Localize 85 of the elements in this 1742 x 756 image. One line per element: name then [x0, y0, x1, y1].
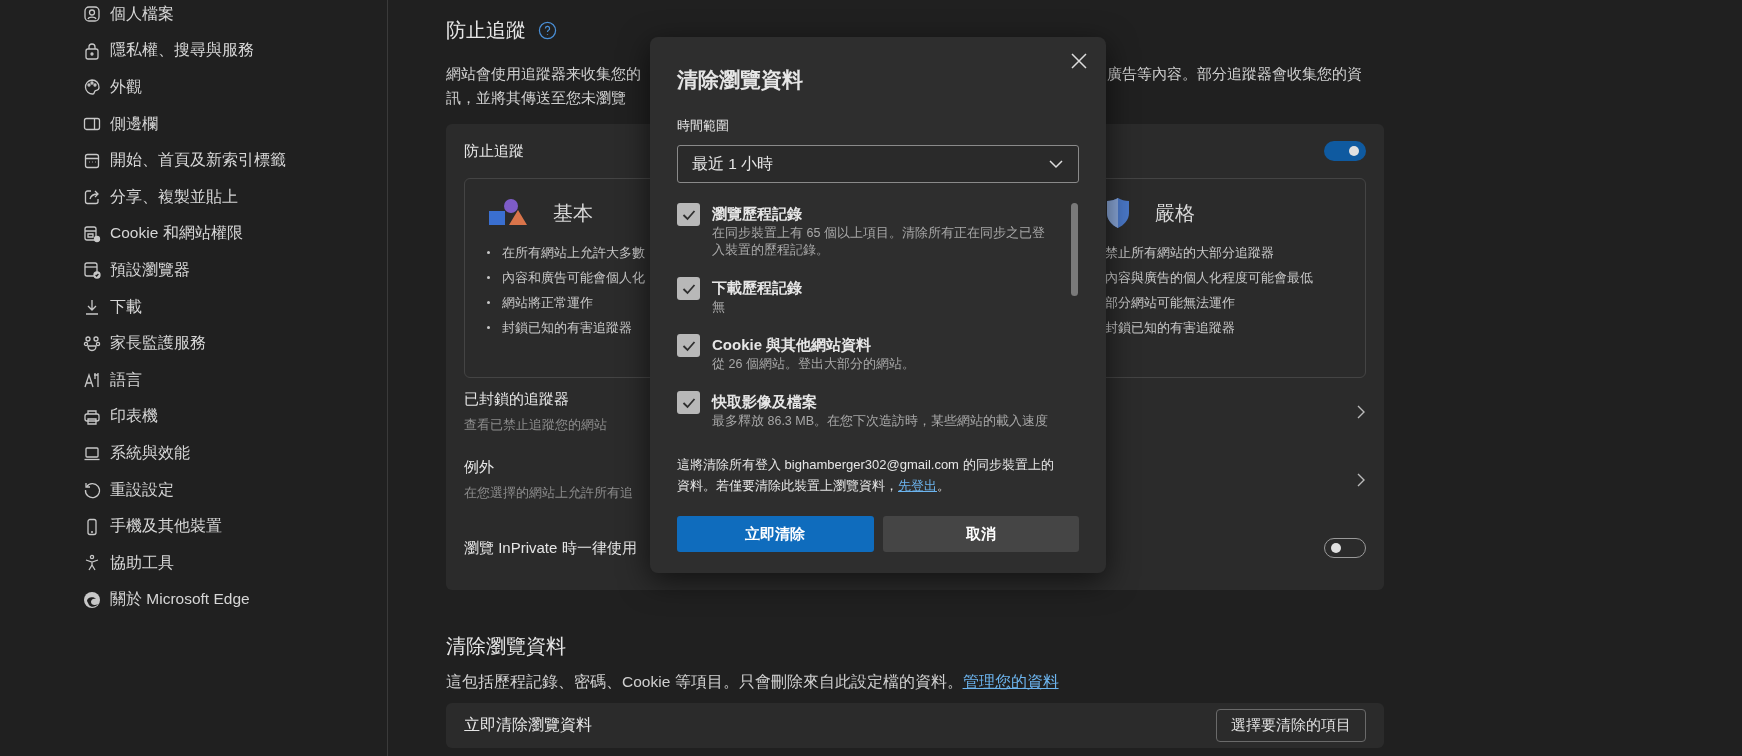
option-detail: 從 26 個網站。登出大部分的網站。: [712, 356, 915, 373]
chevron-right-icon[interactable]: [1356, 472, 1366, 488]
sidebar-item[interactable]: 外觀: [82, 69, 387, 106]
field-label: 時間範圍: [677, 117, 730, 135]
section-title: 防止追蹤: [446, 18, 526, 43]
shield-icon: [1105, 198, 1131, 228]
option-title: 下載歷程記錄: [712, 278, 802, 298]
option-title: 快取影像及檔案: [712, 392, 818, 412]
manage-data-link[interactable]: 管理您的資料: [962, 673, 1059, 690]
check-icon: [681, 208, 696, 221]
sidebar-item[interactable]: 隱私權、搜尋與服務: [82, 32, 387, 70]
toggle-switch[interactable]: [1324, 141, 1366, 161]
sync-notice: 這將清除所有登入 bighamberger302@gmail.com 的同步裝置上的資料。若僅要清除此裝置上瀏覽資料，先登出。: [677, 456, 1055, 495]
time-range-dropdown[interactable]: 最近 1 小時: [677, 145, 1079, 183]
option-title: Cookie 與其他網站資料: [712, 335, 873, 355]
bullet-text: 封鎖已知的有害追蹤器: [502, 319, 632, 337]
check-icon: [681, 282, 696, 295]
option-detail: 無: [712, 299, 726, 316]
family-icon: [82, 333, 102, 354]
sidebar-item[interactable]: 系統與效能: [82, 435, 387, 472]
sidebar-item[interactable]: 分享、複製並貼上: [82, 178, 387, 216]
bullet-dot: [487, 301, 490, 304]
scrollbar[interactable]: [1071, 203, 1078, 296]
setting-subtitle: 在您選擇的網站上允許所有追: [464, 485, 633, 502]
option-detail: 最多釋放 86.3 MB。在您下次造訪時，某些網站的載入速度: [712, 413, 1049, 430]
bullet-text: 內容與廣告的個人化程度可能會最低: [1105, 269, 1313, 287]
cookie-settings-icon: [82, 223, 102, 244]
check-icon: [681, 396, 696, 409]
level-title: 嚴格: [1155, 200, 1195, 226]
bullet-text: 部分網站可能無法運作: [1105, 294, 1235, 312]
sidebar-item[interactable]: 開始、首頁及新索引標籤: [82, 142, 387, 179]
bullet-dot: [487, 276, 490, 279]
chevron-right-icon[interactable]: [1356, 404, 1366, 420]
description-text: 訊，並將其傳送至您未瀏覽: [446, 88, 627, 108]
sidebar-item[interactable]: Cookie 和網站權限: [82, 215, 387, 253]
description-text: 廣告等內容。部分追蹤器會收集您的資: [1107, 64, 1362, 84]
card-title: 防止追蹤: [464, 141, 524, 161]
sidebar-item[interactable]: 重設設定: [82, 471, 387, 509]
setting-title: 瀏覽 InPrivate 時一律使用: [464, 538, 637, 558]
sidebar-item[interactable]: 下載: [82, 288, 387, 326]
cancel-button[interactable]: 取消: [882, 516, 1079, 552]
section-title: 清除瀏覽資料: [446, 634, 567, 659]
sidebar-item[interactable]: 關於 Microsoft Edge: [82, 581, 387, 619]
checkbox[interactable]: [677, 203, 700, 226]
reset-icon: [82, 480, 102, 500]
dialog-title: 清除瀏覽資料: [677, 67, 804, 93]
palette-icon: [82, 77, 102, 98]
option-title: 瀏覽歷程記錄: [712, 204, 803, 224]
setting-title: 例外: [464, 458, 495, 477]
setting-subtitle: 查看已禁止追蹤您的網站: [464, 417, 607, 434]
edge-logo-icon: [82, 589, 102, 610]
bullet-dot: [487, 326, 490, 329]
browser-check-icon: [82, 260, 102, 281]
bullet-text: 內容和廣告可能會個人化: [502, 269, 645, 287]
bullet-text: 在所有網站上允許大多數: [502, 244, 645, 262]
sign-out-link[interactable]: 先登出: [898, 478, 937, 493]
close-icon[interactable]: [1071, 53, 1087, 69]
sidebar-item[interactable]: 家長監護服務: [82, 325, 387, 362]
sidebar-item[interactable]: 手機及其他裝置: [82, 508, 387, 545]
option-detail: 在同步裝置上有 65 個以上項目。清除所有正在同步之已登入裝置的歷程記錄。: [712, 225, 1046, 259]
bullet-text: 網站將正常運作: [502, 294, 593, 312]
checkbox[interactable]: [677, 391, 700, 414]
choose-items-button[interactable]: 選擇要清除的項目: [1216, 709, 1366, 742]
sidebar-item[interactable]: 印表機: [82, 398, 387, 436]
sidebar-item[interactable]: 側邊欄: [82, 105, 387, 143]
sidebar-item[interactable]: 個人檔案: [82, 0, 387, 33]
setting-title: 立即清除瀏覽資料: [464, 715, 592, 735]
description-text: 網站會使用追蹤器来收集您的: [446, 64, 642, 84]
lock-icon: [82, 40, 102, 61]
profile-icon: [82, 4, 102, 25]
sidebar-item[interactable]: 語言: [82, 361, 387, 399]
help-icon[interactable]: [538, 20, 557, 40]
bullet-text: 禁止所有網站的大部分追蹤器: [1105, 244, 1274, 262]
sidebar-item[interactable]: 預設瀏覽器: [82, 252, 387, 289]
level-title: 基本: [553, 200, 593, 226]
check-icon: [681, 339, 696, 352]
chevron-down-icon: [1048, 159, 1064, 169]
setting-title: 已封鎖的追蹤器: [464, 390, 570, 409]
bullet-text: 封鎖已知的有害追蹤器: [1105, 319, 1235, 337]
bullet-dot: [487, 251, 490, 254]
checkbox[interactable]: [677, 277, 700, 300]
checkbox[interactable]: [677, 334, 700, 357]
sidebar-item[interactable]: 協助工具: [82, 544, 387, 582]
description-text: 這包括歷程記錄、密碼、Cookie 等項目。只會刪除來自此設定檔的資料。管理您的資料: [446, 672, 1060, 692]
clear-now-button[interactable]: 立即清除: [677, 516, 874, 552]
